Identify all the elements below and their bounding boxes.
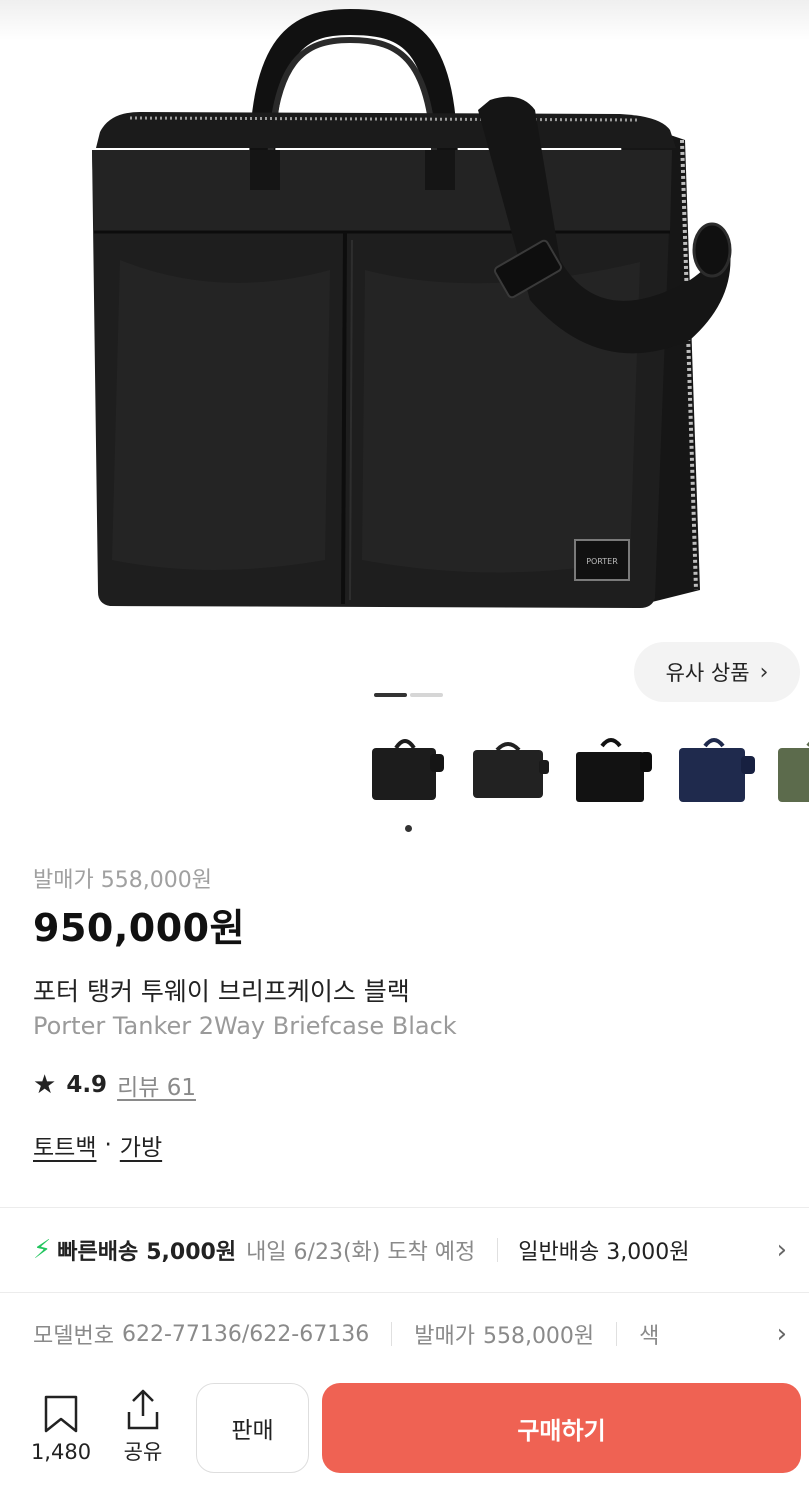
- similar-products-label: 유사 상품: [665, 661, 750, 685]
- bag-black-thumbnail-icon: [473, 742, 549, 798]
- bottom-action-bar: 1,480 공유 판매 구매하기: [0, 1376, 809, 1500]
- release-price: 발매가 558,000원: [33, 868, 212, 893]
- product-title-korean: 포터 탱커 투웨이 브리프케이스 블랙: [33, 977, 410, 1006]
- spec-value-model: 622-77136/622-67136: [121, 1321, 370, 1347]
- share-icon: [127, 1389, 159, 1430]
- lightning-icon: ⚡: [33, 1235, 52, 1265]
- gallery-pager-active: [374, 693, 407, 697]
- fast-shipping-label: 빠른배송: [57, 1240, 139, 1265]
- product-specs-row[interactable]: 모델번호 622-77136/622-67136 발매가 558,000원 색 …: [0, 1292, 809, 1376]
- share-label: 공유: [123, 1440, 163, 1464]
- bookmark-button[interactable]: 1,480: [22, 1394, 100, 1464]
- star-icon: ★: [33, 1070, 57, 1100]
- fast-shipping-price: 5,000원: [146, 1240, 237, 1265]
- thumbnail-1[interactable]: [360, 724, 450, 814]
- thumbnail-5[interactable]: [772, 724, 809, 814]
- reviews-link[interactable]: 리뷰 61: [117, 1068, 196, 1102]
- product-title-english: Porter Tanker 2Way Briefcase Black: [33, 1012, 457, 1040]
- chevron-right-icon: ›: [756, 1319, 787, 1349]
- thumbnail-2[interactable]: [463, 724, 553, 814]
- thumbnail-selected-indicator: [405, 825, 412, 832]
- bag-olive-thumbnail-icon: [778, 741, 809, 802]
- bag-black-thumbnail-icon: [576, 738, 652, 802]
- bag-navy-thumbnail-icon: [679, 738, 755, 802]
- similar-products-button[interactable]: 유사 상품 ›: [634, 642, 800, 702]
- spec-label-color: 색: [639, 1324, 660, 1349]
- product-hero-image[interactable]: PORTER: [0, 0, 809, 720]
- category-separator: ·: [104, 1132, 112, 1158]
- rating-row: ★ 4.9 리뷰 61: [33, 1068, 793, 1102]
- normal-shipping: 일반배송 3,000원: [518, 1240, 690, 1265]
- chevron-right-icon: ›: [759, 659, 769, 685]
- fast-shipping-eta: 내일 6/23(화) 도착 예정: [246, 1240, 476, 1265]
- spec-label-release: 발매가: [414, 1324, 475, 1349]
- briefcase-illustration: PORTER: [92, 8, 732, 608]
- gallery-pager-inactive: [410, 693, 443, 697]
- sell-button[interactable]: 판매: [196, 1383, 309, 1473]
- spec-label-model: 모델번호: [33, 1324, 114, 1349]
- bookmark-count: 1,480: [30, 1440, 92, 1464]
- brand-badge-text: PORTER: [586, 557, 618, 566]
- share-button[interactable]: 공유: [112, 1388, 174, 1466]
- category-link-primary[interactable]: 토트백: [33, 1128, 96, 1162]
- category-breadcrumb: 토트백 · 가방: [33, 1128, 793, 1162]
- divider: [391, 1322, 393, 1346]
- rating-score: 4.9: [66, 1072, 108, 1098]
- thumbnail-3[interactable]: [566, 724, 656, 814]
- bookmark-icon: [44, 1395, 78, 1433]
- divider: [616, 1322, 618, 1346]
- bag-black-thumbnail-icon: [372, 739, 444, 800]
- thumbnail-4[interactable]: [669, 724, 759, 814]
- chevron-right-icon: ›: [756, 1235, 787, 1265]
- spec-value-release: 558,000원: [482, 1324, 595, 1349]
- buy-button[interactable]: 구매하기: [322, 1383, 801, 1473]
- category-link-secondary[interactable]: 가방: [120, 1128, 162, 1162]
- color-thumbnails: [360, 724, 809, 814]
- divider: [497, 1238, 499, 1262]
- shipping-options-row[interactable]: ⚡ 빠른배송 5,000원 내일 6/23(화) 도착 예정 일반배송 3,00…: [0, 1208, 809, 1292]
- current-price: 950,000원: [33, 906, 246, 950]
